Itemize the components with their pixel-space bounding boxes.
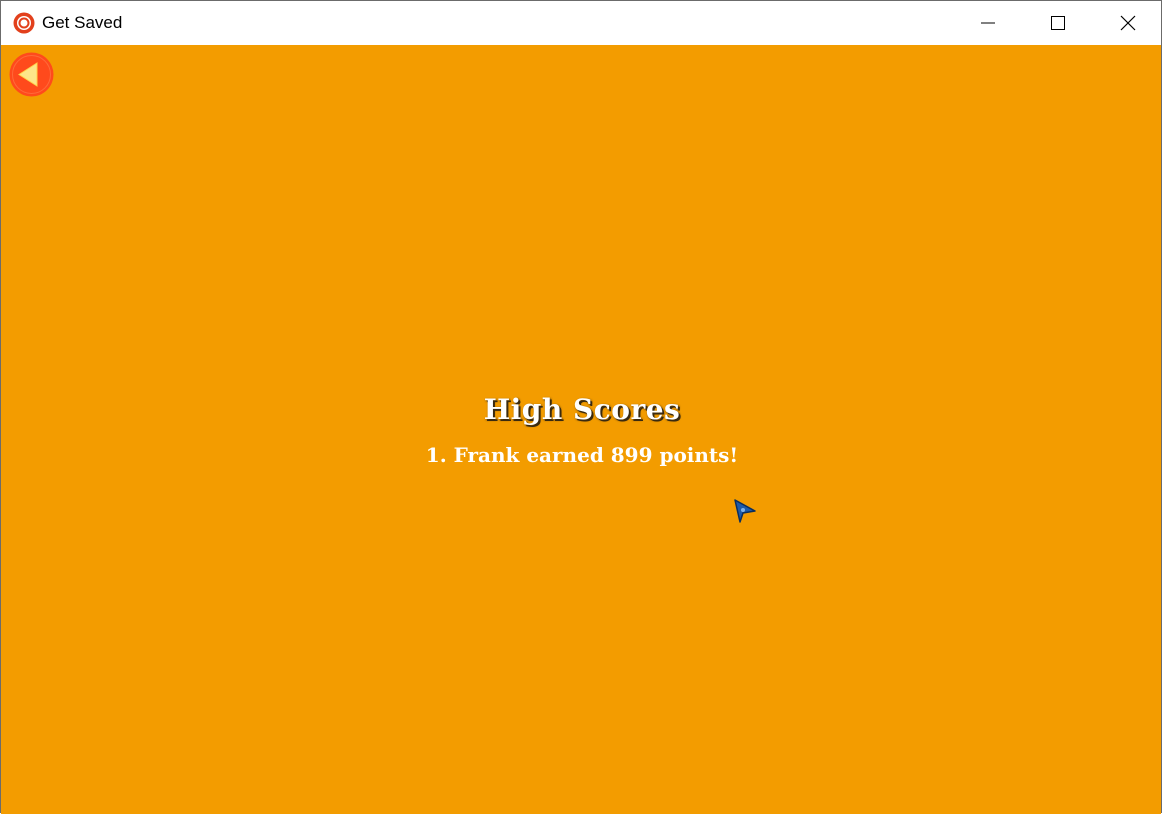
window-title: Get Saved xyxy=(42,13,123,32)
title-bar[interactable]: Get Saved xyxy=(1,1,1161,45)
back-arrow-icon xyxy=(9,52,54,97)
high-scores-list: 1. Frank earned 899 points! xyxy=(1,442,1162,468)
pointer-cursor-icon xyxy=(734,499,756,523)
minimize-icon xyxy=(981,22,995,24)
minimize-button[interactable] xyxy=(953,1,1023,45)
maximize-icon xyxy=(1051,16,1065,30)
game-screen: High Scores 1. Frank earned 899 points! xyxy=(1,45,1161,814)
high-scores-title: High Scores xyxy=(483,393,681,426)
app-logo-icon xyxy=(13,12,35,34)
app-window: Get Saved High Scores 1. Frank earned 89… xyxy=(0,0,1162,814)
close-button[interactable] xyxy=(1093,1,1162,45)
back-button[interactable] xyxy=(9,52,54,97)
maximize-button[interactable] xyxy=(1023,1,1093,45)
close-icon xyxy=(1120,15,1136,31)
score-entry: 1. Frank earned 899 points! xyxy=(425,443,739,467)
